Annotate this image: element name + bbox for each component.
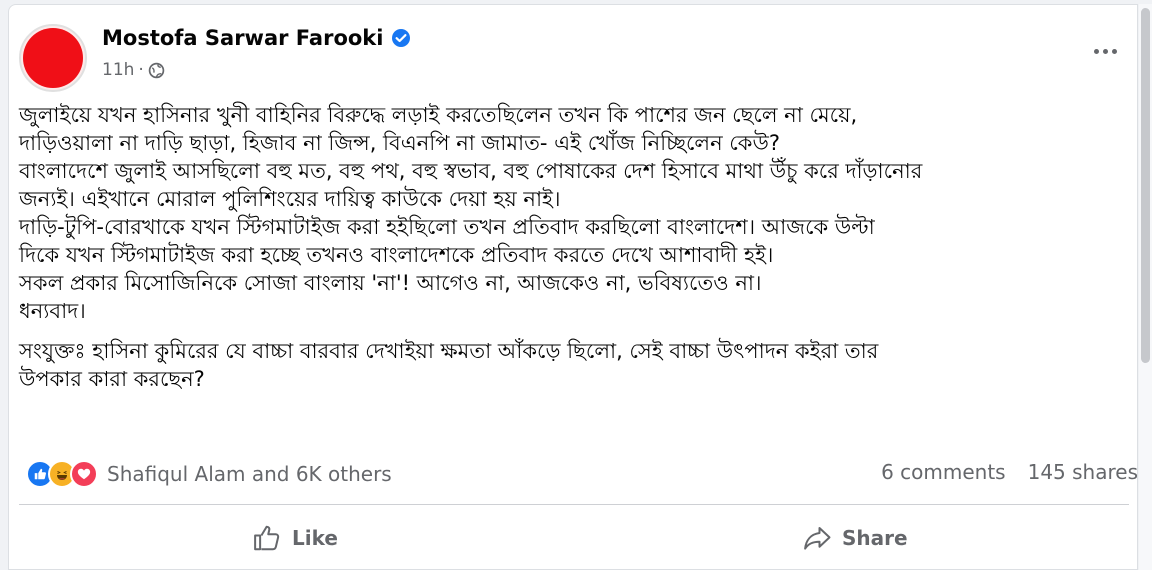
comments-count[interactable]: 6 comments [881, 460, 1006, 484]
post-body-line: দিকে যখন স্টিগমাটাইজ করা হচ্ছে তখনও বাংল… [19, 243, 774, 267]
reactions-text[interactable]: Shafiqul Alam and 6K others [107, 462, 392, 486]
shares-count[interactable]: 145 shares [1028, 460, 1138, 484]
like-button[interactable]: Like [252, 518, 338, 558]
share-arrow-icon [804, 527, 831, 550]
post-body-line: সকল প্রকার মিসোজিনিকে সোজা বাংলায় 'না'!… [19, 271, 762, 295]
more-dot [1093, 48, 1099, 54]
engagement-counts: 6 comments 145 shares [881, 460, 1138, 484]
post-meta: 11h · [102, 60, 165, 80]
post-body-line: বাংলাদেশে জুলাই আসছিলো বহু মত, বহু পথ, ব… [19, 159, 923, 183]
post-body-line: দাড়িওয়ালা না দাড়ি ছাড়া, হিজাব না জিন… [19, 131, 781, 155]
post-body-line: দাড়ি-টুপি-বোরখাকে যখন স্টিগমাটাইজ করা হ… [19, 215, 875, 239]
verified-badge-icon [392, 29, 411, 47]
author-name[interactable]: Mostofa Sarwar Farooki [102, 26, 383, 50]
reactions-summary[interactable]: Shafiqul Alam and 6K others [26, 460, 392, 488]
post-body-line: জন্যই। এইখানে মোরাল পুলিশিংয়ের দায়িত্ব… [19, 187, 561, 211]
avatar[interactable] [19, 24, 87, 92]
reaction-icons [26, 460, 98, 488]
post-body-line: জুলাইয়ে যখন হাসিনার খুনী বাহিনির বিরুদ্… [19, 103, 858, 127]
post-ps-line: সংযুক্তঃ হাসিনা কুমিরের যে বাচ্চা বারবার… [19, 339, 879, 363]
share-button[interactable]: Share [802, 518, 908, 558]
more-dot [1102, 48, 1108, 54]
like-label: Like [292, 526, 338, 550]
meta-separator: · [138, 60, 144, 80]
divider [19, 504, 1129, 505]
more-options-button[interactable] [1088, 38, 1122, 64]
love-reaction-icon [70, 460, 98, 488]
more-dot [1111, 48, 1117, 54]
avatar-image [23, 28, 83, 88]
scrollbar-thumb[interactable] [1141, 8, 1150, 363]
post-time[interactable]: 11h [102, 60, 134, 80]
share-label: Share [842, 526, 908, 550]
thumbs-up-icon [254, 525, 280, 551]
post-body: জুলাইয়ে যখন হাসিনার খুনী বাহিনির বিরুদ্… [19, 101, 1124, 393]
post-ps-line: উপকার কারা করছেন? [19, 367, 205, 391]
post-author: Mostofa Sarwar Farooki [102, 26, 411, 50]
post-body-line: ধন্যবাদ। [19, 299, 86, 323]
globe-icon [148, 62, 165, 78]
